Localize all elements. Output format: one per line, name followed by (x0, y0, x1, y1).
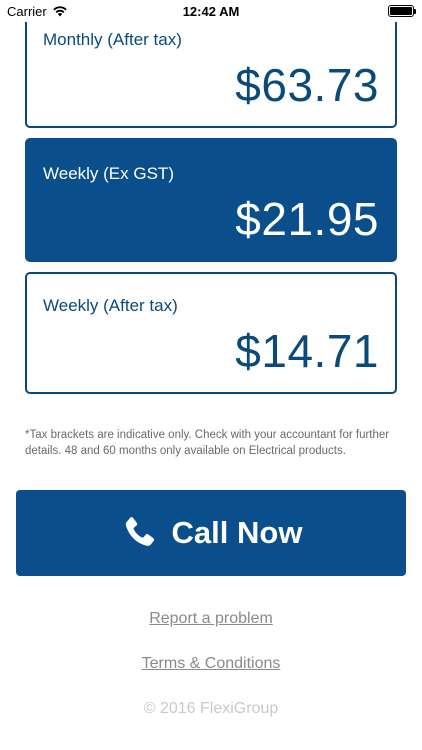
phone-icon (125, 517, 154, 546)
monthly-after-tax-value: $63.73 (235, 59, 379, 111)
battery-icon (388, 5, 416, 17)
battery-fill (390, 7, 412, 15)
status-left: Carrier (7, 4, 68, 19)
copyright-text: © 2016 FlexiGroup (143, 700, 279, 717)
carrier-label: Carrier (7, 3, 47, 19)
weekly-after-tax-label: Weekly (After tax) (43, 296, 178, 315)
monthly-after-tax-label: Monthly (After tax) (43, 30, 182, 49)
call-now-button[interactable]: Call Now (16, 490, 406, 576)
wifi-icon (53, 6, 67, 17)
call-now-label: Call Now (171, 515, 303, 550)
status-bar: Carrier 12:42 AM (0, 0, 422, 22)
weekly-ex-gst-card: Weekly (Ex GST) $21.95 (25, 138, 397, 262)
tax-disclaimer: *Tax brackets are indicative only. Check… (25, 429, 390, 457)
weekly-ex-gst-label: Weekly (Ex GST) (43, 164, 174, 183)
weekly-after-tax-card: Weekly (After tax) $14.71 (25, 272, 397, 394)
weekly-after-tax-value: $14.71 (235, 325, 379, 377)
terms-conditions-link[interactable]: Terms & Conditions (0, 655, 422, 673)
report-problem-link[interactable]: Report a problem (0, 610, 422, 628)
weekly-ex-gst-value: $21.95 (235, 193, 379, 245)
